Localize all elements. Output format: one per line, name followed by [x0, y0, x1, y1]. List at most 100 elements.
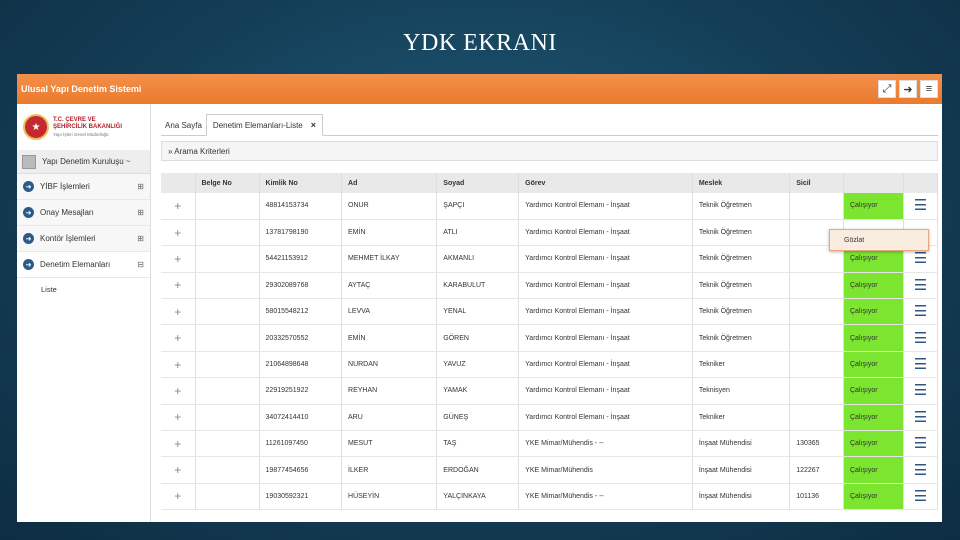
collapse-toggle-icon[interactable]: ⊟: [137, 260, 144, 269]
cell-sicil: 101136: [789, 483, 844, 511]
table-row[interactable]: +21064898648 NURDAN YAVUZ Yardımcı Kontrol …: [161, 351, 938, 379]
table-row[interactable]: +34072414410 ARU GÜNEŞ Yardımcı Kontrol Ele…: [161, 404, 938, 432]
table-row[interactable]: +29302089768 AYTAÇ KARABULUT Yardımcı Kontr…: [161, 272, 938, 300]
table-row[interactable]: +11261097450 MESUT TAŞ YKE Mimar/Mühendis -…: [161, 430, 938, 458]
row-actions[interactable]: ☰: [903, 404, 938, 432]
row-actions[interactable]: ☰: [903, 377, 938, 405]
list-menu-icon[interactable]: ☰: [914, 251, 927, 266]
tab-home[interactable]: Ana Sayfa: [161, 116, 206, 135]
expand-toggle-icon[interactable]: ⊞: [137, 234, 144, 243]
row-actions[interactable]: ☰: [903, 430, 938, 458]
cell-meslek: Teknik Öğretmen: [692, 324, 791, 352]
tab-label: Denetim Elemanları-Liste: [212, 120, 303, 130]
cell-kimlik: 22919251922: [259, 377, 343, 405]
col-belge-no[interactable]: Belge No: [195, 173, 260, 193]
cell-kimlik: 48814153734: [259, 193, 343, 220]
sidebar-item-yibf[interactable]: ➜ YİBF İşlemleri ⊞: [17, 174, 150, 200]
list-menu-icon[interactable]: ☰: [914, 436, 927, 451]
cell-soyad: KARABULUT: [436, 272, 520, 300]
col-gorev[interactable]: Görev: [518, 173, 693, 193]
list-menu-icon[interactable]: ☰: [914, 304, 927, 319]
row-actions[interactable]: ☰: [903, 324, 938, 352]
list-menu-icon[interactable]: ☰: [914, 198, 927, 213]
expand-row-icon[interactable]: +: [161, 456, 196, 484]
row-actions[interactable]: ☰: [903, 456, 938, 484]
list-menu-icon[interactable]: ☰: [914, 357, 927, 372]
table-row[interactable]: +19030592321 HÜSEYİN YALÇINKAYA YKE Mimar/M…: [161, 483, 938, 511]
table-row[interactable]: +20332570552 EMİN GÖREN Yardımcı Kontrol El…: [161, 324, 938, 352]
list-menu-icon[interactable]: ☰: [914, 410, 927, 425]
table-row[interactable]: +48814153734 ONUR ŞAPÇI Yardımcı Kontrol El…: [161, 193, 938, 220]
expand-toggle-icon[interactable]: ⊞: [137, 208, 144, 217]
expand-row-icon[interactable]: +: [161, 483, 196, 511]
user-label: Yapı Denetim Kuruluşu ~: [42, 157, 131, 166]
sidebar-item-denetim[interactable]: ➜ Denetim Elemanları ⊟: [17, 252, 150, 278]
expand-row-icon[interactable]: +: [161, 245, 196, 273]
cell-gorev: Yardımcı Kontrol Elemanı - İnşaat: [518, 324, 693, 352]
cell-gorev: Yardımcı Kontrol Elemanı - İnşaat: [518, 245, 693, 273]
row-actions[interactable]: ☰: [903, 351, 938, 379]
expand-row-icon[interactable]: +: [161, 351, 196, 379]
col-ad[interactable]: Ad: [341, 173, 438, 193]
table-row[interactable]: +19877454656 İLKER ERDOĞAN YKE Mimar/Mühend…: [161, 456, 938, 484]
table-row[interactable]: +54421153912 MEHMET İLKAY AKMANLI Yardımcı …: [161, 245, 938, 273]
cell-ad: LEVVA: [341, 298, 438, 326]
expand-row-icon[interactable]: +: [161, 298, 196, 326]
tab-denetim-list[interactable]: Denetim Elemanları-Liste ×: [205, 114, 323, 136]
slide-title: YDK EKRANI: [403, 30, 557, 56]
cell-meslek: Tekniker: [692, 351, 791, 379]
col-sicil[interactable]: Sicil: [789, 173, 844, 193]
col-kimlik-no[interactable]: Kimlik No: [259, 173, 343, 193]
expand-row-icon[interactable]: +: [161, 272, 196, 300]
col-meslek[interactable]: Meslek: [692, 173, 791, 193]
cell-status: Çalışıyor: [843, 483, 904, 511]
row-actions[interactable]: ☰: [903, 193, 938, 220]
arrow-right-icon: ➜: [23, 207, 34, 218]
list-menu-icon[interactable]: ☰: [914, 278, 927, 293]
cell-meslek: Teknik Öğretmen: [692, 193, 791, 220]
sidebar-subitem-liste[interactable]: Liste: [17, 278, 150, 300]
sidebar-item-kontor[interactable]: ➜ Kontör İşlemleri ⊞: [17, 226, 150, 252]
search-criteria-toggle[interactable]: » Arama Kriterleri: [161, 141, 938, 161]
expand-row-icon[interactable]: +: [161, 377, 196, 405]
table-row[interactable]: +58015548212 LEVVA YENAL Yardımcı Kontrol E…: [161, 298, 938, 326]
cell-meslek: Teknik Öğretmen: [692, 245, 791, 273]
expand-row-icon[interactable]: +: [161, 430, 196, 458]
user-menu[interactable]: Yapı Denetim Kuruluşu ~: [17, 150, 150, 174]
cell-sicil: [789, 377, 844, 405]
cell-belge: [195, 483, 260, 511]
expand-row-icon[interactable]: +: [161, 404, 196, 432]
table-row[interactable]: +22919251922 REYHAN YAMAK Yardımcı Kontrol …: [161, 377, 938, 405]
cell-kimlik: 34072414410: [259, 404, 343, 432]
ministry-logo: ★ T.C. ÇEVRE VE ŞEHİRCİLİK BAKANLIĞI Yap…: [17, 104, 150, 150]
cell-status: Çalışıyor: [843, 272, 904, 300]
sidebar-item-label: YİBF İşlemleri: [40, 182, 90, 191]
list-menu-icon[interactable]: ☰: [914, 383, 927, 398]
popup-menu-item[interactable]: Gözlat: [829, 229, 929, 251]
logout-icon[interactable]: ➜: [899, 80, 917, 98]
expand-toggle-icon[interactable]: ⊞: [137, 182, 144, 191]
cell-kimlik: 20332570552: [259, 324, 343, 352]
row-actions[interactable]: ☰: [903, 483, 938, 511]
cell-sicil: [789, 193, 844, 220]
cell-sicil: 122267: [789, 456, 844, 484]
cell-ad: NURDAN: [341, 351, 438, 379]
list-menu-icon[interactable]: ☰: [914, 331, 927, 346]
row-actions[interactable]: ☰: [903, 298, 938, 326]
cell-ad: ONUR: [341, 193, 438, 220]
table-row[interactable]: +13781798190 EMİN ATLI Yardımcı Kontrol Ele…: [161, 219, 938, 247]
list-menu-icon[interactable]: ☰: [914, 463, 927, 478]
close-icon[interactable]: ×: [311, 120, 316, 130]
expand-icon[interactable]: ⤢: [878, 80, 896, 98]
expand-row-icon[interactable]: +: [161, 193, 196, 220]
expand-row-icon[interactable]: +: [161, 324, 196, 352]
row-actions[interactable]: ☰: [903, 272, 938, 300]
expand-row-icon[interactable]: +: [161, 219, 196, 247]
list-menu-icon[interactable]: ☰: [914, 489, 927, 504]
cell-kimlik: 21064898648: [259, 351, 343, 379]
menu-icon[interactable]: ≡: [920, 80, 938, 98]
cell-belge: [195, 404, 260, 432]
col-soyad[interactable]: Soyad: [436, 173, 520, 193]
cell-sicil: [789, 324, 844, 352]
sidebar-item-onay[interactable]: ➜ Onay Mesajları ⊞: [17, 200, 150, 226]
